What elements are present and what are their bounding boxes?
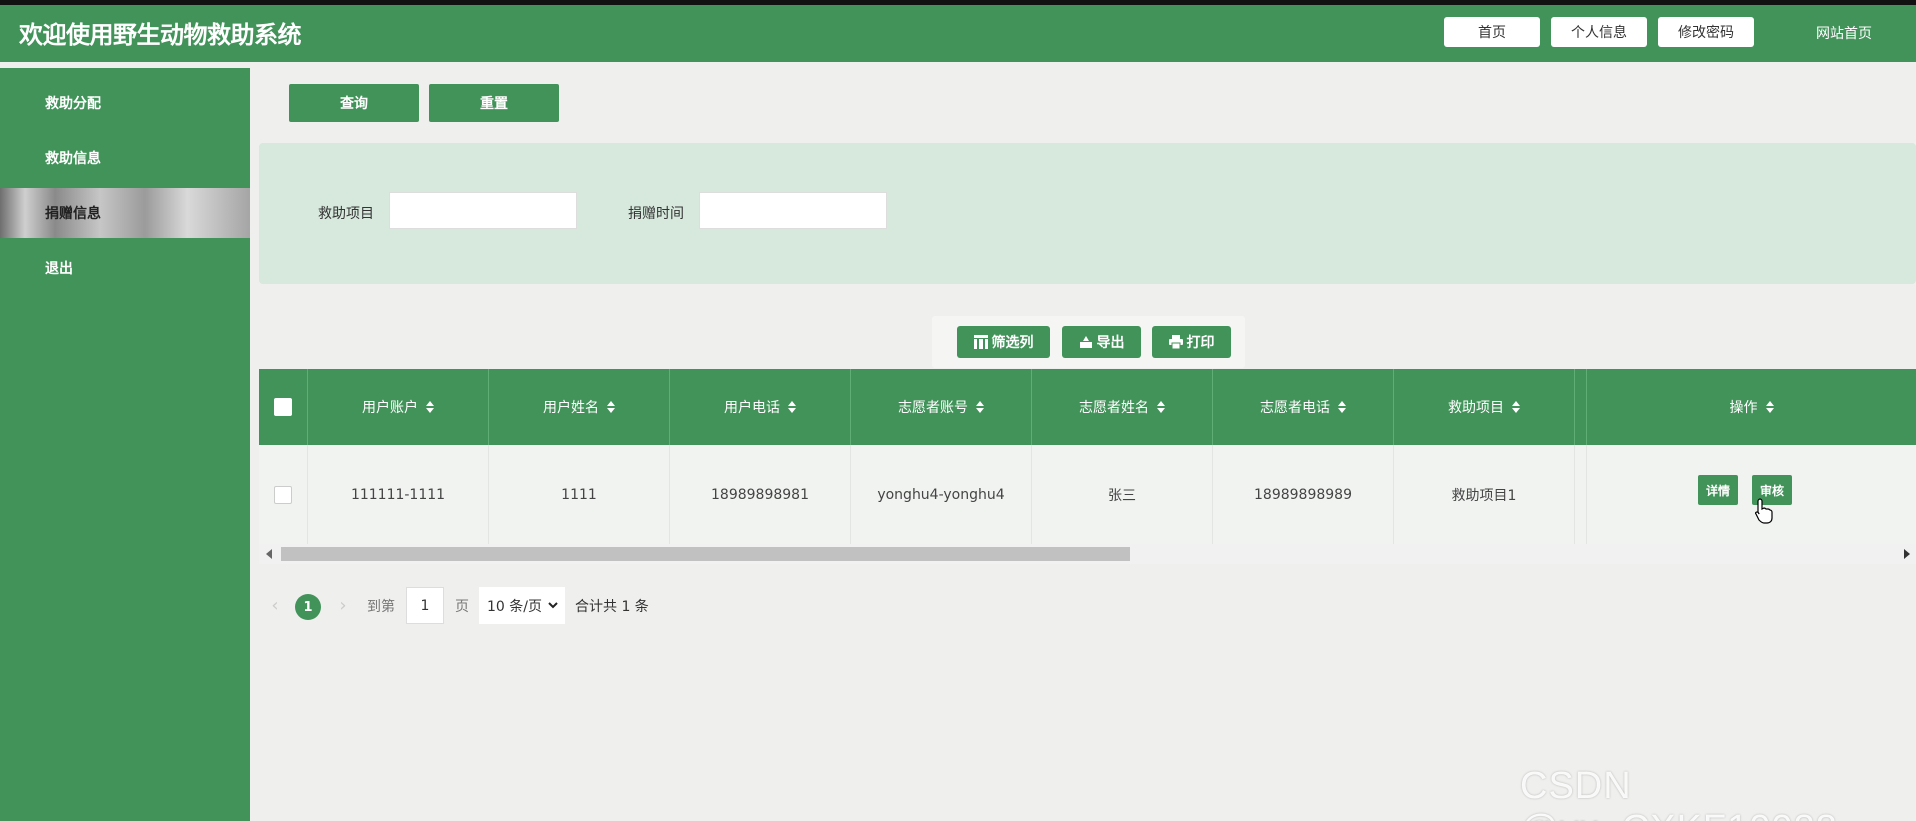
cell-volunteer-name: 张三 <box>1032 445 1213 544</box>
goto-label: 到第 <box>367 598 395 615</box>
scroll-thumb[interactable] <box>281 547 1130 561</box>
column-label: 操作 <box>1729 400 1758 416</box>
cell-actions: 详情 审核 <box>1587 445 1916 544</box>
table-row: 111111-1111 1111 18989898981 yonghu4-yon… <box>259 445 1916 544</box>
column-label: 志愿者账号 <box>898 400 968 416</box>
horizontal-scrollbar[interactable] <box>259 544 1916 564</box>
reset-button[interactable]: 重置 <box>429 84 559 122</box>
table-toolbar: 筛选列 导出 打印 <box>932 316 1245 368</box>
app-title: 欢迎使用野生动物救助系统 <box>19 21 302 49</box>
column-label: 救助项目 <box>1448 400 1504 416</box>
sort-icon <box>788 401 796 413</box>
change-password-button[interactable]: 修改密码 <box>1658 17 1754 47</box>
sort-icon <box>1157 401 1165 413</box>
select-all-cell <box>259 369 308 445</box>
sort-icon <box>1338 401 1346 413</box>
chevron-down-icon <box>548 602 558 609</box>
page-1-button[interactable]: 1 <box>295 594 321 620</box>
sidebar-item-label: 捐赠信息 <box>45 206 101 222</box>
page-size-value: 10 条/页 <box>487 598 542 615</box>
scroll-left-icon[interactable] <box>266 549 272 559</box>
grid-icon <box>973 335 988 349</box>
donation-time-label: 捐赠时间 <box>628 206 684 222</box>
rescue-project-label: 救助项目 <box>318 206 374 222</box>
col-actions[interactable]: 操作 <box>1587 369 1916 445</box>
column-label: 志愿者电话 <box>1260 400 1330 416</box>
total-count: 合计共 1 条 <box>575 598 649 615</box>
sidebar-item-logout[interactable]: 退出 <box>0 243 250 293</box>
sort-icon <box>426 401 434 413</box>
sidebar-item-rescue-info[interactable]: 救助信息 <box>0 133 250 183</box>
goto-page-input[interactable] <box>406 587 444 624</box>
page-size-select[interactable]: 10 条/页 <box>479 587 565 624</box>
row-select-cell <box>259 445 308 544</box>
col-user-name[interactable]: 用户姓名 <box>489 369 670 445</box>
cell-user-account: 111111-1111 <box>308 445 489 544</box>
next-page-icon[interactable]: › <box>333 587 353 624</box>
cell-user-name: 1111 <box>489 445 670 544</box>
sidebar-item-label: 救助分配 <box>45 96 101 112</box>
sort-icon <box>1765 401 1774 413</box>
rescue-project-input[interactable] <box>389 192 577 229</box>
cell-hidden <box>1575 445 1587 544</box>
filter-columns-label: 筛选列 <box>991 335 1034 351</box>
col-user-phone[interactable]: 用户电话 <box>670 369 851 445</box>
column-label: 用户姓名 <box>543 400 599 416</box>
row-checkbox[interactable] <box>274 485 292 504</box>
col-hidden <box>1575 369 1587 445</box>
col-volunteer-account[interactable]: 志愿者账号 <box>851 369 1032 445</box>
home-button[interactable]: 首页 <box>1444 17 1540 47</box>
scroll-right-icon[interactable] <box>1904 549 1910 559</box>
sidebar-item-donation-info[interactable]: 捐赠信息 <box>0 188 250 238</box>
col-volunteer-name[interactable]: 志愿者姓名 <box>1032 369 1213 445</box>
sort-icon <box>1512 401 1520 413</box>
hand-cursor-icon <box>1755 498 1773 524</box>
col-volunteer-phone[interactable]: 志愿者电话 <box>1213 369 1394 445</box>
cell-rescue-project: 救助项目1 <box>1394 445 1575 544</box>
column-label: 志愿者姓名 <box>1079 400 1149 416</box>
filter-columns-button[interactable]: 筛选列 <box>957 326 1050 358</box>
sidebar-item-label: 救助信息 <box>45 151 101 167</box>
donation-table: 用户账户 用户姓名 用户电话 志愿者账号 志愿者姓名 志愿者电话 救助项目 操作… <box>259 369 1916 564</box>
printer-icon <box>1168 335 1183 349</box>
column-label: 用户电话 <box>724 400 780 416</box>
donation-time-input[interactable] <box>699 192 887 229</box>
print-button[interactable]: 打印 <box>1152 326 1231 358</box>
search-panel: 救助项目 捐赠时间 <box>259 143 1916 284</box>
sort-icon <box>607 401 615 413</box>
col-rescue-project[interactable]: 救助项目 <box>1394 369 1575 445</box>
cell-user-phone: 18989898981 <box>670 445 851 544</box>
sidebar-item-label: 退出 <box>45 261 73 277</box>
select-all-checkbox[interactable] <box>274 398 292 416</box>
prev-page-icon[interactable]: ‹ <box>265 587 285 624</box>
export-icon <box>1079 336 1092 348</box>
cell-volunteer-account: yonghu4-yonghu4 <box>851 445 1032 544</box>
query-button[interactable]: 查询 <box>289 84 419 122</box>
sidebar-item-rescue-allocation[interactable]: 救助分配 <box>0 78 250 128</box>
col-user-account[interactable]: 用户账户 <box>308 369 489 445</box>
sort-icon <box>976 401 984 413</box>
profile-button[interactable]: 个人信息 <box>1551 17 1647 47</box>
table-header: 用户账户 用户姓名 用户电话 志愿者账号 志愿者姓名 志愿者电话 救助项目 操作 <box>259 369 1916 445</box>
export-label: 导出 <box>1096 335 1125 351</box>
print-label: 打印 <box>1186 335 1215 351</box>
app-header: 欢迎使用野生动物救助系统 首页 个人信息 修改密码 网站首页 <box>0 5 1916 62</box>
watermark: CSDN @vx_CXKF10088 <box>1520 765 1837 821</box>
sidebar: 救助分配 救助信息 捐赠信息 退出 <box>0 68 250 821</box>
column-label: 用户账户 <box>362 400 418 416</box>
site-home-link[interactable]: 网站首页 <box>1816 23 1872 43</box>
page-unit-label: 页 <box>455 598 469 615</box>
detail-button[interactable]: 详情 <box>1698 475 1739 505</box>
export-button[interactable]: 导出 <box>1062 326 1141 358</box>
cell-volunteer-phone: 18989898989 <box>1213 445 1394 544</box>
